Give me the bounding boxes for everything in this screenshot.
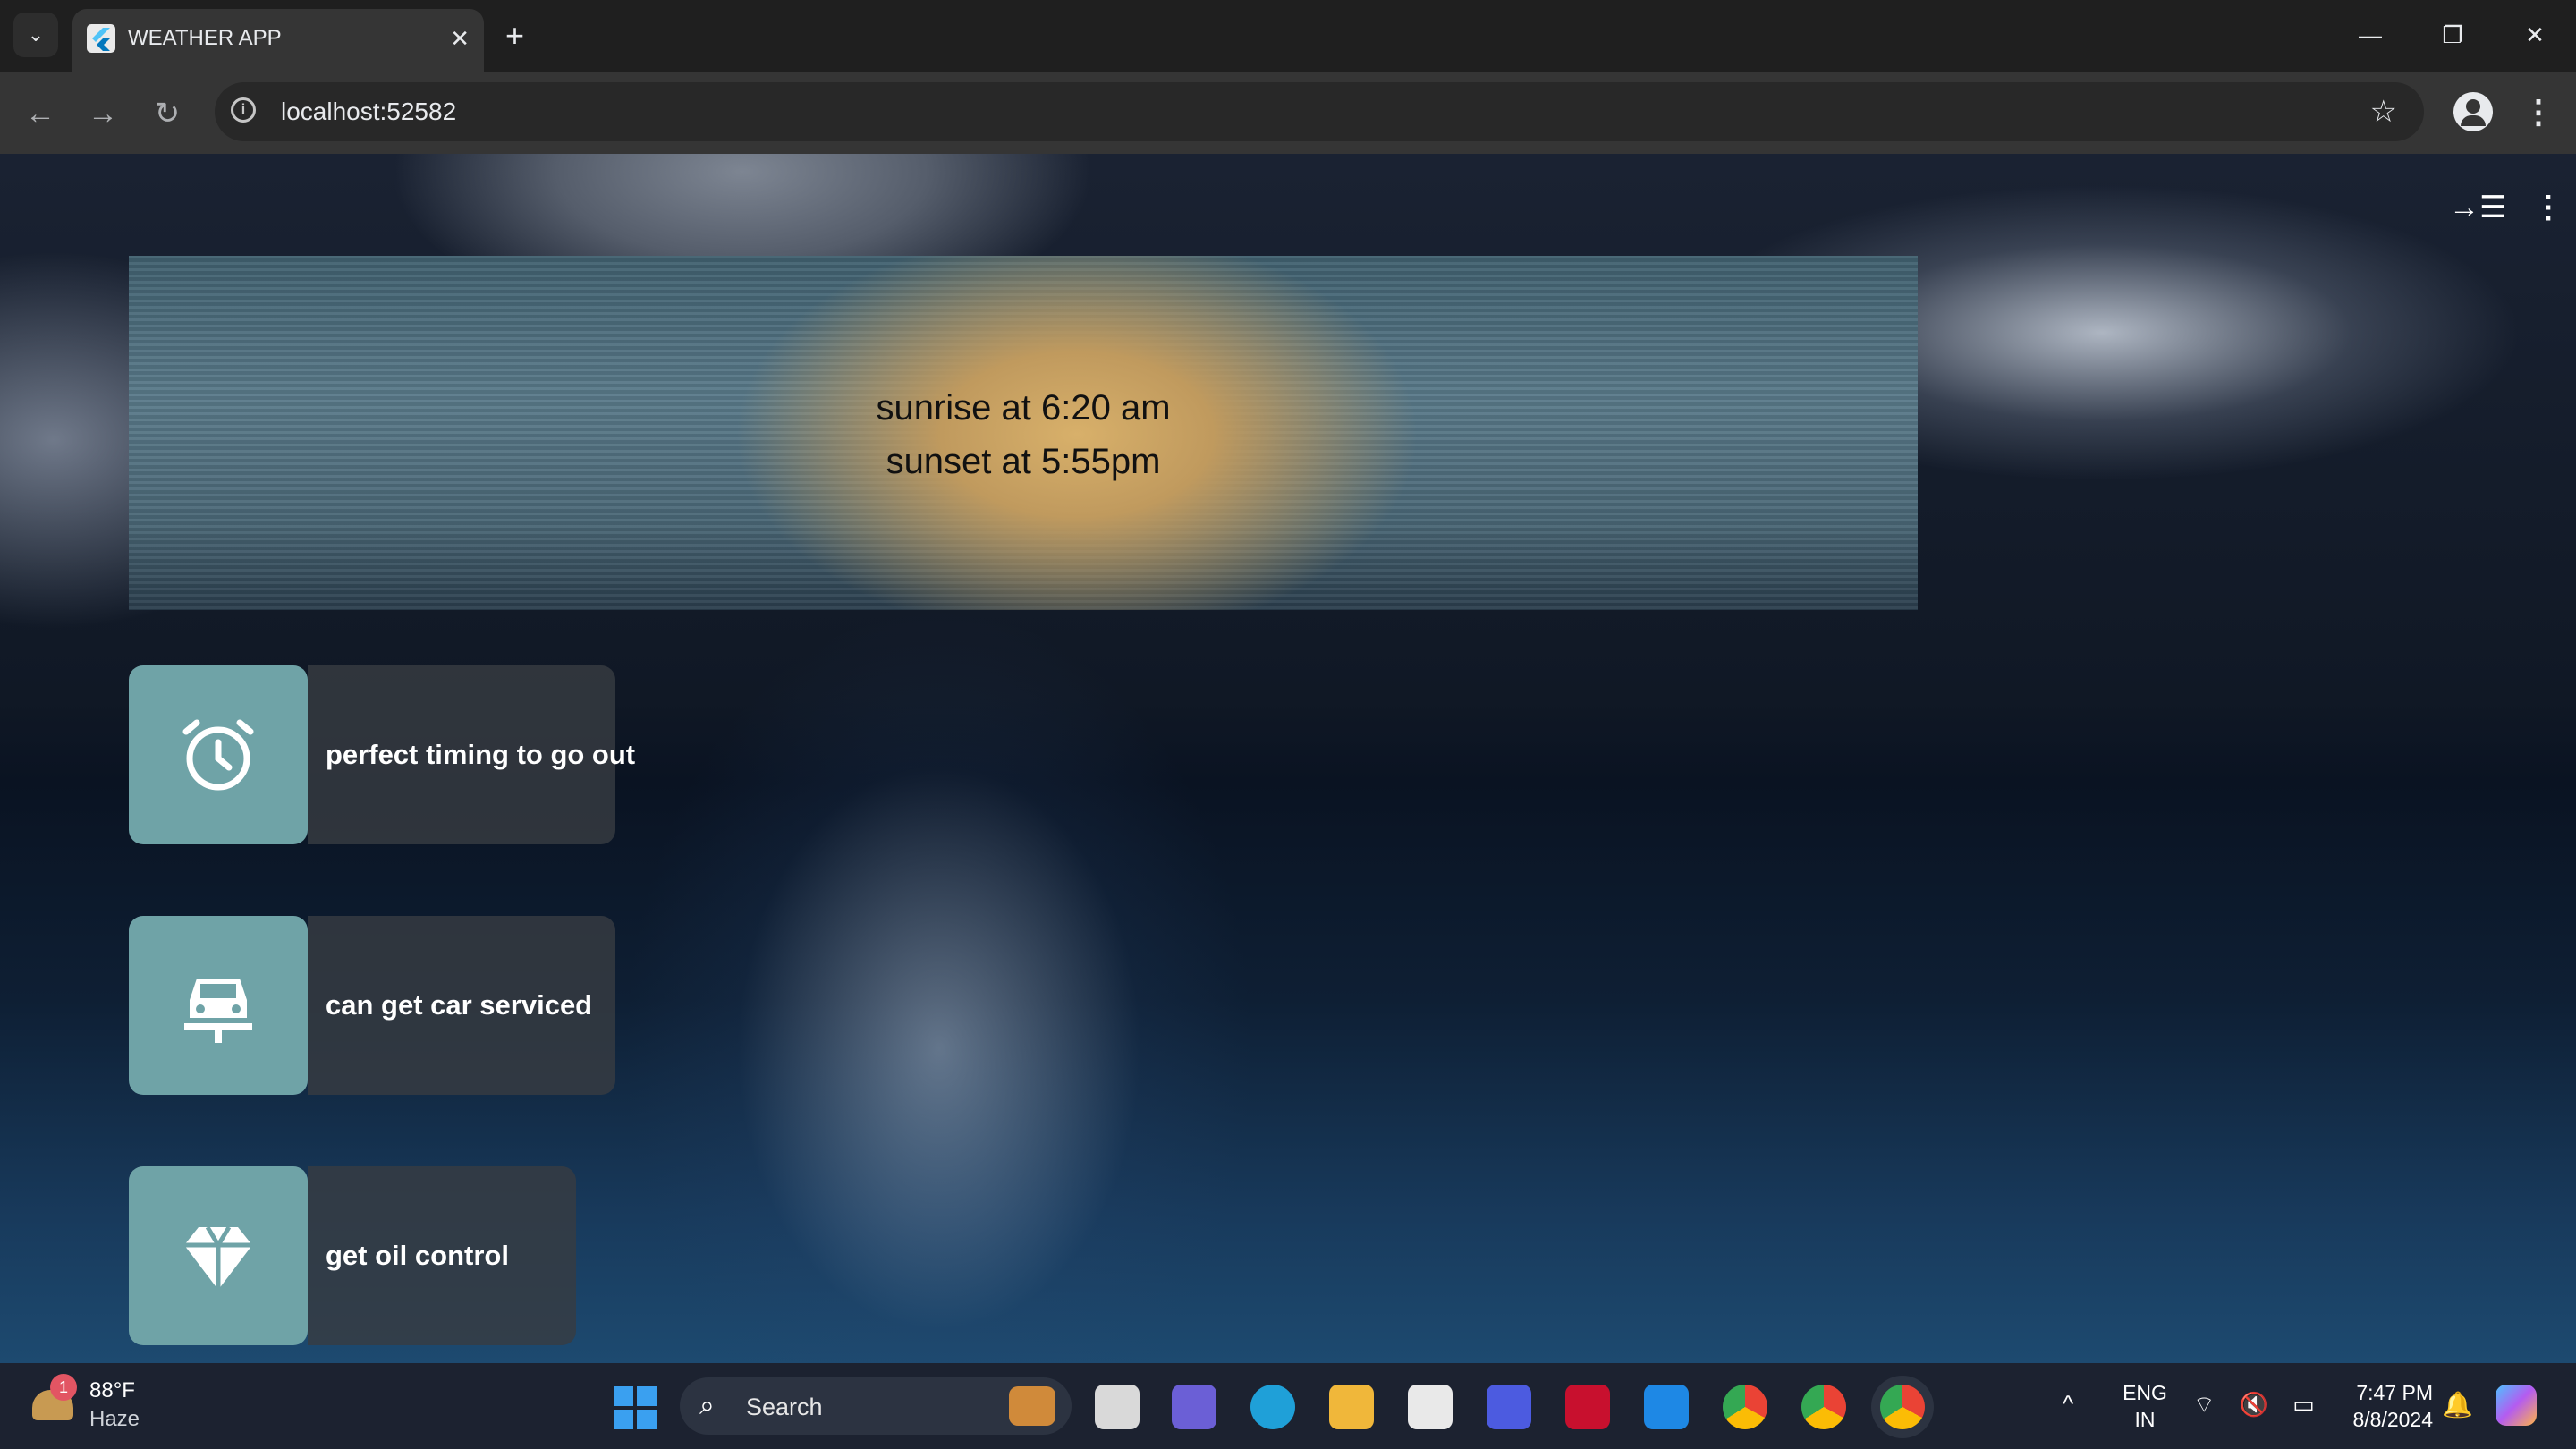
- page-more-icon[interactable]: ⋮: [2533, 190, 2563, 225]
- wifi-volume-battery-icons[interactable]: ⌔ 🔇 ▭: [2193, 1390, 2324, 1419]
- site-info-icon[interactable]: i: [231, 97, 256, 123]
- meet-icon[interactable]: [1172, 1385, 1216, 1429]
- sunset-text: sunset at 5:55pm: [886, 442, 1161, 481]
- copilot-icon[interactable]: [2496, 1385, 2537, 1426]
- address-bar[interactable]: i localhost:52582 ☆: [215, 82, 2424, 141]
- car-service-icon: [129, 916, 308, 1095]
- back-button[interactable]: ←: [18, 91, 63, 136]
- minimize-button[interactable]: —: [2343, 13, 2397, 57]
- feature-label: get oil control: [326, 1240, 509, 1271]
- browser-tab[interactable]: WEATHER APP ✕: [72, 9, 484, 72]
- sun-times-card: sunrise at 6:20 am sunset at 5:55pm: [129, 256, 1918, 610]
- feature-panel: can get car serviced: [308, 916, 615, 1095]
- language-code: ENG: [2123, 1381, 2167, 1404]
- alarm-clock-icon: [129, 665, 308, 844]
- weather-condition[interactable]: Haze: [89, 1406, 140, 1433]
- browser-tab-bar: ⌄ WEATHER APP ✕ + — ❐ ✕: [0, 0, 2576, 72]
- language-indicator[interactable]: ENG IN: [2120, 1379, 2170, 1433]
- browser-menu-icon[interactable]: ⋮: [2522, 93, 2555, 131]
- clock-time: 7:47 PM: [2356, 1381, 2433, 1404]
- chrome-active-icon[interactable]: [1880, 1385, 1925, 1429]
- feature-panel: get oil control: [308, 1166, 576, 1345]
- profile-avatar-icon[interactable]: [2453, 92, 2493, 131]
- search-icon: ⌕: [699, 1391, 715, 1420]
- chrome-icon[interactable]: [1801, 1385, 1846, 1429]
- power-automate-icon[interactable]: [1487, 1385, 1531, 1429]
- tab-search-dropdown-icon[interactable]: ⌄: [13, 13, 58, 57]
- feature-panel: perfect timing to go out: [308, 665, 635, 844]
- show-hidden-icons-icon[interactable]: ^: [2063, 1390, 2073, 1418]
- weather-app-page: →☰ ⋮ sunrise at 6:20 am sunset at 5:55pm…: [0, 154, 2576, 1363]
- chrome-canary-icon[interactable]: [1723, 1385, 1767, 1429]
- microsoft-store-icon[interactable]: [1408, 1385, 1453, 1429]
- new-tab-button[interactable]: +: [505, 16, 524, 55]
- system-clock[interactable]: 7:47 PM 8/8/2024: [2326, 1379, 2433, 1433]
- url-text[interactable]: localhost:52582: [281, 97, 456, 127]
- start-menu-icon[interactable]: [614, 1386, 657, 1429]
- collapse-menu-icon[interactable]: →☰: [2449, 190, 2506, 225]
- forward-button[interactable]: →: [80, 91, 125, 136]
- windows-taskbar: 1 88°F Haze ⌕ Search ^ ENG IN ⌔ 🔇 ▭ 7:47…: [0, 1363, 2576, 1449]
- feature-label: can get car serviced: [326, 989, 593, 1021]
- tab-close-icon[interactable]: ✕: [450, 24, 470, 53]
- bookmark-star-icon[interactable]: ☆: [2370, 95, 2397, 129]
- restore-button[interactable]: ❐: [2426, 13, 2479, 57]
- flutter-favicon-icon: [87, 24, 115, 53]
- vscode-icon[interactable]: [1644, 1385, 1689, 1429]
- browser-toolbar: ← → ↻ i localhost:52582 ☆ ⋮: [0, 72, 2576, 154]
- task-view-icon[interactable]: [1095, 1385, 1140, 1429]
- file-explorer-icon[interactable]: [1329, 1385, 1374, 1429]
- taskbar-search-input[interactable]: ⌕ Search: [680, 1377, 1072, 1435]
- close-window-button[interactable]: ✕: [2508, 13, 2562, 57]
- mcafee-icon[interactable]: [1565, 1385, 1610, 1429]
- feature-label: perfect timing to go out: [326, 739, 636, 770]
- tab-title: WEATHER APP: [128, 26, 282, 50]
- search-highlight-cat-icon: [1009, 1386, 1055, 1426]
- sunrise-text: sunrise at 6:20 am: [876, 388, 1171, 428]
- weather-notification-badge: 1: [50, 1374, 77, 1401]
- weather-temperature[interactable]: 88°F: [89, 1377, 135, 1404]
- search-placeholder: Search: [746, 1394, 823, 1420]
- diamond-icon: [129, 1166, 308, 1345]
- sun-times-text: sunrise at 6:20 am sunset at 5:55pm: [129, 381, 1918, 488]
- region-code: IN: [2134, 1408, 2156, 1431]
- notification-bell-icon[interactable]: 🔔: [2442, 1390, 2473, 1419]
- edge-browser-icon[interactable]: [1250, 1385, 1295, 1429]
- clock-date: 8/8/2024: [2352, 1408, 2433, 1431]
- reload-button[interactable]: ↻: [145, 91, 190, 136]
